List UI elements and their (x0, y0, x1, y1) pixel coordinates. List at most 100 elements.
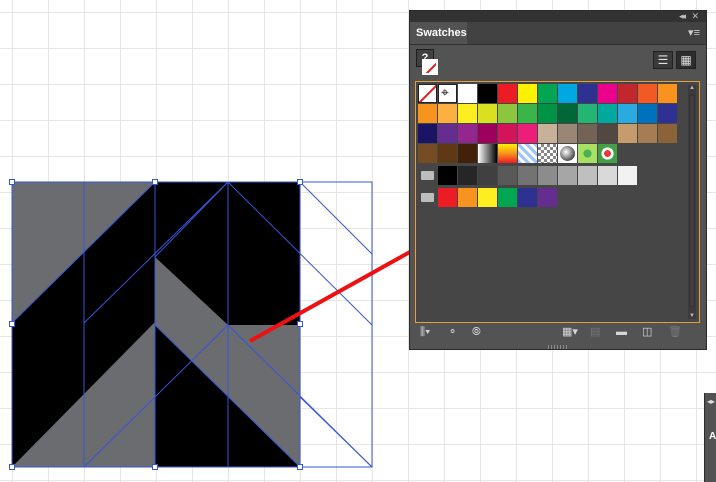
scroll-down-icon[interactable]: ▼ (688, 313, 696, 319)
color-swatch[interactable] (438, 104, 457, 123)
color-swatch[interactable] (538, 104, 557, 123)
close-panel-icon[interactable]: ✕ (691, 11, 699, 22)
color-swatch[interactable] (458, 124, 477, 143)
panel-resize-grip[interactable] (548, 345, 568, 349)
tab-swatches[interactable]: Swatches (410, 22, 467, 44)
place-swatches-icon[interactable]: ⚬ (448, 325, 457, 339)
swatches-panel[interactable]: ◂◂ ✕ Swatches ▾≡ ? ☰ ▦ ⌖ ▲ ▼ ⫼▾ ⚬ ⦾ ▦▾ ▤ ▬ ◫ 🗑 (409, 10, 707, 350)
color-swatch[interactable] (418, 124, 437, 143)
color-swatch[interactable] (438, 188, 457, 207)
color-swatch[interactable] (478, 124, 497, 143)
pattern-swatch[interactable] (538, 144, 557, 163)
color-swatch[interactable] (538, 124, 557, 143)
color-swatch[interactable] (458, 104, 477, 123)
color-swatch[interactable] (658, 104, 677, 123)
color-swatch[interactable] (518, 84, 537, 103)
fill-stroke-indicator[interactable]: ? (416, 49, 440, 79)
color-swatch[interactable] (418, 144, 437, 163)
panel-title-bar[interactable]: ◂◂ ✕ (410, 11, 706, 22)
scroll-thumb[interactable] (689, 95, 695, 307)
color-swatch[interactable] (638, 84, 657, 103)
color-swatch[interactable] (478, 84, 497, 103)
color-swatch[interactable] (458, 144, 477, 163)
color-swatch[interactable] (558, 166, 577, 185)
color-swatch[interactable] (598, 84, 617, 103)
list-view-button[interactable]: ☰ (653, 51, 673, 69)
color-swatch[interactable] (458, 84, 477, 103)
scroll-up-icon[interactable]: ▲ (688, 85, 696, 91)
color-swatch[interactable] (438, 124, 457, 143)
color-swatch[interactable] (638, 124, 657, 143)
folder-icon (421, 171, 434, 180)
color-swatch[interactable] (618, 166, 637, 185)
new-swatch-icon[interactable]: ◫ (642, 325, 652, 339)
pattern-swatch[interactable] (558, 144, 577, 163)
color-swatch[interactable] (518, 188, 537, 207)
none-swatch[interactable] (418, 84, 437, 103)
color-swatch[interactable] (458, 188, 477, 207)
collapsed-side-panel[interactable]: ◂▸ A (704, 393, 716, 482)
swatch-list[interactable]: ⌖ ▲ ▼ (415, 81, 700, 323)
gradient-swatch[interactable] (478, 144, 497, 163)
color-swatch[interactable] (498, 104, 517, 123)
color-swatch[interactable] (578, 124, 597, 143)
color-swatch[interactable] (498, 166, 517, 185)
color-swatch[interactable] (478, 166, 497, 185)
swatch-options-icon[interactable]: ▤ (590, 325, 600, 339)
show-swatch-kinds-icon[interactable]: ▦▾ (562, 325, 578, 339)
color-swatch[interactable] (578, 166, 597, 185)
color-swatch[interactable] (498, 84, 517, 103)
color-swatch[interactable] (658, 84, 677, 103)
delete-swatch-icon[interactable]: 🗑 (668, 325, 682, 339)
expand-panel-icon[interactable]: ◂▸ (707, 397, 715, 406)
pattern-swatch[interactable] (598, 144, 617, 163)
color-group-folder[interactable] (418, 166, 437, 185)
panel-bottom-toolbar: ⫼▾ ⚬ ⦾ ▦▾ ▤ ▬ ◫ 🗑 (410, 321, 706, 343)
swatch-scrollbar[interactable]: ▲ ▼ (688, 85, 696, 319)
color-swatch[interactable] (658, 124, 677, 143)
color-swatch[interactable] (618, 84, 637, 103)
color-swatch[interactable] (598, 124, 617, 143)
color-swatch[interactable] (598, 166, 617, 185)
color-swatch[interactable] (558, 124, 577, 143)
color-swatch[interactable] (478, 104, 497, 123)
color-swatch[interactable] (498, 124, 517, 143)
color-group-folder[interactable] (418, 188, 437, 207)
swatch-grid[interactable]: ⌖ (418, 84, 688, 320)
gradient-swatch[interactable] (498, 144, 517, 163)
swatch-libraries-menu-icon[interactable]: ⫼▾ (420, 325, 430, 339)
color-swatch[interactable] (578, 104, 597, 123)
side-panel-label: A (709, 431, 716, 442)
color-swatch[interactable] (498, 188, 517, 207)
color-swatch[interactable] (438, 144, 457, 163)
new-color-group-icon[interactable]: ▬ (616, 325, 627, 339)
grid-view-button[interactable]: ▦ (676, 51, 696, 69)
color-swatch[interactable] (458, 166, 477, 185)
stroke-none-icon[interactable] (422, 59, 438, 75)
color-swatch[interactable] (438, 166, 457, 185)
panel-tab-bar: Swatches ▾≡ (410, 22, 706, 45)
color-swatch[interactable] (518, 104, 537, 123)
swatch-options-cc-icon[interactable]: ⦾ (472, 325, 481, 339)
pattern-swatch[interactable] (578, 144, 597, 163)
color-swatch[interactable] (558, 104, 577, 123)
color-swatch[interactable] (598, 104, 617, 123)
color-swatch[interactable] (618, 104, 637, 123)
folder-icon (421, 193, 434, 202)
color-swatch[interactable] (518, 124, 537, 143)
color-swatch[interactable] (638, 104, 657, 123)
color-swatch[interactable] (538, 84, 557, 103)
panel-menu-icon[interactable]: ▾≡ (688, 26, 700, 39)
registration-icon: ⌖ (441, 84, 449, 100)
color-swatch[interactable] (518, 166, 537, 185)
registration-swatch[interactable]: ⌖ (438, 84, 457, 103)
color-swatch[interactable] (558, 84, 577, 103)
pattern-swatch[interactable] (518, 144, 537, 163)
color-swatch[interactable] (578, 84, 597, 103)
collapse-panel-icon[interactable]: ◂◂ (679, 11, 686, 22)
color-swatch[interactable] (538, 166, 557, 185)
color-swatch[interactable] (418, 104, 437, 123)
color-swatch[interactable] (538, 188, 557, 207)
color-swatch[interactable] (478, 188, 497, 207)
color-swatch[interactable] (618, 124, 637, 143)
